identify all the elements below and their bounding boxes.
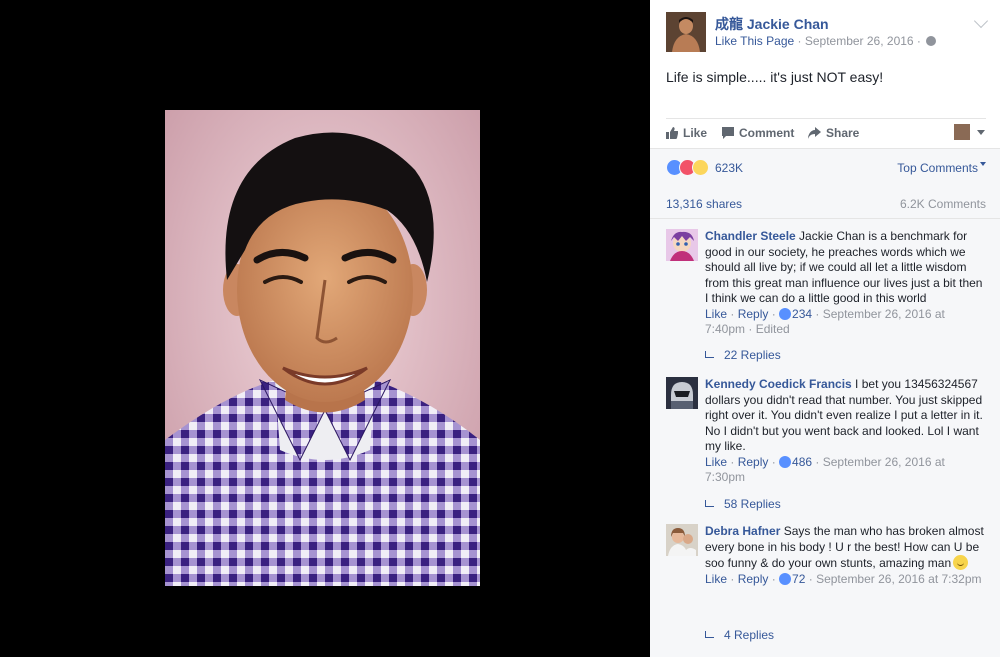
comment-body: Kennedy Coedick Francis I bet you 134563… (705, 377, 988, 486)
comment-like-button[interactable]: Like (705, 455, 727, 469)
portrait-illustration (165, 110, 480, 586)
caret-icon (980, 162, 986, 166)
reaction-count[interactable]: 623K (715, 161, 743, 175)
top-comments-dropdown[interactable]: Top Comments (897, 161, 986, 175)
replies-count: 4 Replies (724, 628, 775, 642)
post-text: Life is simple..... it's just NOT easy! (666, 69, 884, 85)
like-count-icon (779, 455, 792, 468)
haha-reaction-icon[interactable] (692, 159, 709, 176)
comment-body: Chandler Steele Jackie Chan is a benchma… (705, 229, 988, 338)
comment-like-button[interactable]: Like (705, 307, 727, 321)
commenter-avatar[interactable] (666, 524, 698, 556)
commenter-avatar[interactable] (666, 229, 698, 261)
comment-actions: Like · Reply · 486 · September 26, 2016 … (705, 455, 988, 486)
comment-author-link[interactable]: Debra Hafner (705, 524, 780, 538)
divider (650, 218, 1000, 219)
view-replies-link[interactable]: 4 Replies (705, 628, 774, 642)
comment-author-link[interactable]: Chandler Steele (705, 229, 796, 243)
viewer-avatar[interactable] (954, 124, 970, 140)
globe-icon (926, 36, 937, 46)
comment-edited-label[interactable]: Edited (756, 322, 790, 336)
post-header: 成龍 Jackie Chan Like This Page · Septembe… (666, 12, 989, 52)
top-comments-label: Top Comments (897, 161, 978, 175)
actions-separator: · (745, 322, 756, 336)
thumbs-up-icon (666, 127, 678, 139)
actions-separator: · (768, 454, 780, 469)
reply-arrow-icon (705, 631, 714, 638)
actions-separator: · (812, 454, 823, 469)
share-label: Share (826, 126, 860, 140)
comment-actions: Like · Reply · 72 · September 26, 2016 a… (705, 572, 988, 588)
action-bar: Like Comment Share (666, 118, 986, 148)
page-name-link[interactable]: 成龍 Jackie Chan (715, 14, 829, 34)
actions-separator: · (812, 306, 823, 321)
avatar-photo-image (666, 524, 698, 556)
comment-body: Debra Hafner Says the man who has broken… (705, 524, 988, 587)
comment-timestamp[interactable]: September 26, 2016 at 7:32pm (816, 572, 981, 586)
comment-button[interactable]: Comment (722, 126, 794, 140)
reply-arrow-icon (705, 351, 714, 358)
actions-separator: · (768, 571, 780, 586)
like-page-link[interactable]: Like This Page (715, 34, 794, 48)
actions-separator: · (805, 571, 817, 586)
commenter-avatar[interactable] (666, 377, 698, 409)
comment-label: Comment (739, 126, 795, 140)
engagement-section: 623K Top Comments 13,316 shares 6.2K Com… (650, 148, 1000, 657)
post-photo[interactable] (165, 110, 480, 586)
page-avatar[interactable] (666, 12, 706, 52)
view-replies-link[interactable]: 22 Replies (705, 348, 781, 362)
share-button[interactable]: Share (808, 126, 859, 140)
actions-separator: · (727, 306, 738, 321)
like-count-icon (779, 572, 792, 585)
share-arrow-icon (808, 127, 821, 139)
comment-author-link[interactable]: Kennedy Coedick Francis (705, 377, 852, 391)
post-meta: Like This Page · September 26, 2016 · (715, 34, 937, 48)
comment-like-count[interactable]: 72 (792, 572, 805, 586)
comment-actions: Like · Reply · 234 · September 26, 2016 … (705, 307, 988, 338)
avatar-helmet-image (666, 377, 698, 409)
comment-reply-button[interactable]: Reply (738, 307, 769, 321)
post-date[interactable]: September 26, 2016 (805, 34, 914, 48)
meta-separator: · (794, 34, 805, 48)
comment-reply-button[interactable]: Reply (738, 572, 769, 586)
like-button[interactable]: Like (666, 126, 707, 140)
photo-viewer (0, 0, 650, 657)
comments-count-link[interactable]: 6.2K Comments (900, 197, 986, 211)
actions-separator: · (768, 306, 780, 321)
comment-like-button[interactable]: Like (705, 572, 727, 586)
meta-separator-2: · (913, 34, 925, 48)
avatar-anime-image (666, 229, 698, 261)
replies-count: 58 Replies (724, 497, 781, 511)
comment-item: Chandler Steele Jackie Chan is a benchma… (666, 229, 988, 369)
reply-arrow-icon (705, 500, 714, 507)
actions-separator: · (727, 454, 738, 469)
like-label: Like (683, 126, 708, 140)
shares-row: 13,316 shares 6.2K Comments (666, 197, 986, 215)
comment-icon (722, 127, 734, 139)
replies-count: 22 Replies (724, 348, 781, 362)
caret-down-icon[interactable] (977, 130, 985, 135)
chevron-down-icon[interactable] (973, 13, 989, 29)
actions-separator: · (727, 571, 738, 586)
reactions-row: 623K Top Comments (666, 159, 986, 179)
comment-like-count[interactable]: 486 (792, 455, 812, 469)
comment-item: Debra Hafner Says the man who has broken… (666, 524, 988, 654)
smile-emoji-icon (953, 555, 969, 570)
comment-reply-button[interactable]: Reply (738, 455, 769, 469)
post-panel: 成龍 Jackie Chan Like This Page · Septembe… (650, 0, 1000, 657)
shares-count-link[interactable]: 13,316 shares (666, 197, 742, 211)
comment-item: Kennedy Coedick Francis I bet you 134563… (666, 377, 988, 517)
view-replies-link[interactable]: 58 Replies (705, 497, 781, 511)
like-count-icon (779, 307, 792, 320)
comment-like-count[interactable]: 234 (792, 307, 812, 321)
page-avatar-image (666, 12, 706, 52)
